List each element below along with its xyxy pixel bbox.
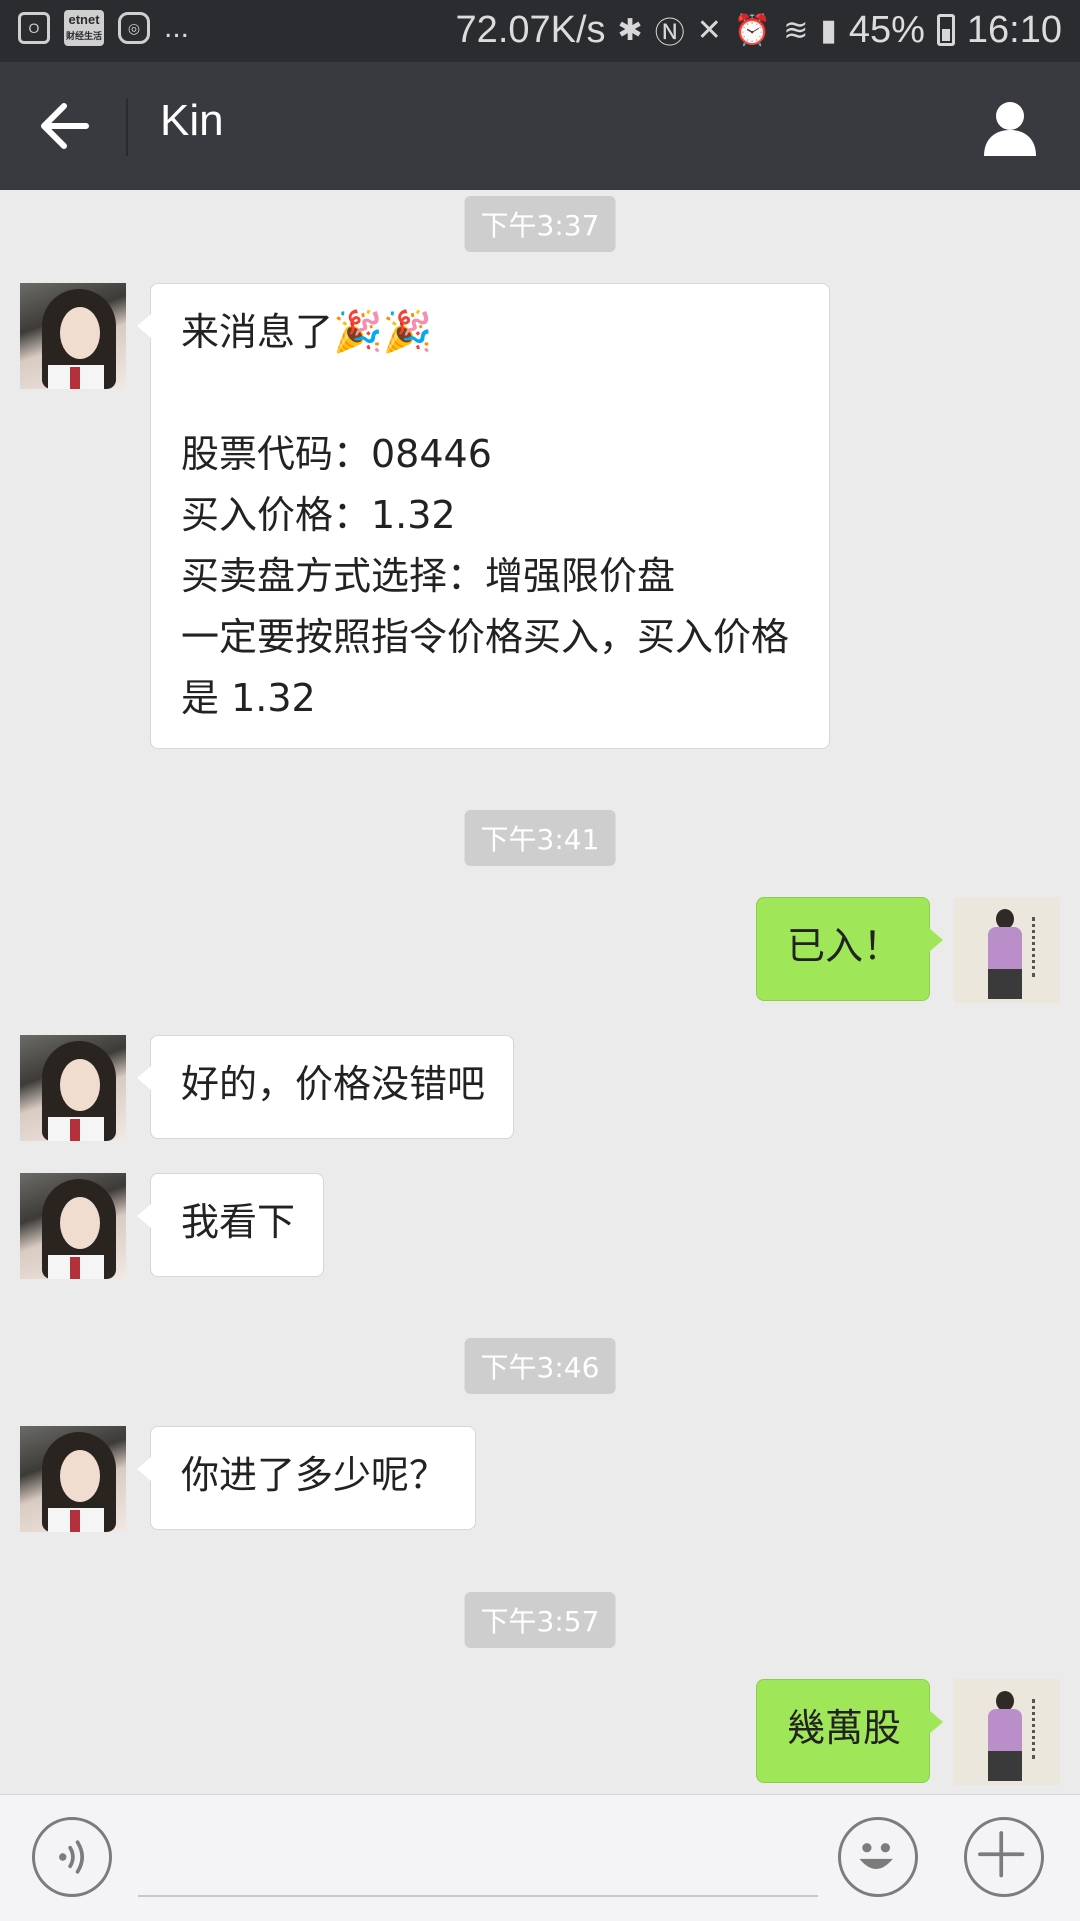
clock: 16:10 <box>966 8 1062 51</box>
title-divider <box>126 98 128 156</box>
emoji-button[interactable] <box>838 1817 918 1897</box>
etnet-icon: etnet 财经生活 <box>64 10 104 46</box>
incoming-message-bubble[interactable]: 来消息了🎉🎉 股票代码：08446 买入价格：1.32 买卖盘方式选择：增强限价… <box>137 283 830 749</box>
mute-icon: ✕ <box>696 13 722 47</box>
network-speed: 72.07K/s <box>455 8 606 51</box>
contact-avatar[interactable] <box>20 283 126 389</box>
message-line: 一定要按照指令价格买入，买入价格 <box>181 615 790 659</box>
input-bar <box>0 1794 1080 1921</box>
message-text: 你进了多少呢？ <box>181 1453 448 1497</box>
status-bar: O etnet 财经生活 ◎ ... 72.07K/s ✱ Ⓝ ✕ ⏰ ≋ ▮ … <box>0 0 1080 62</box>
instagram-icon: ◎ <box>118 12 150 44</box>
incoming-message-bubble[interactable]: 我看下 <box>136 1173 325 1277</box>
voice-input-button[interactable] <box>32 1817 112 1897</box>
message-input[interactable] <box>138 1895 818 1897</box>
message-line: 是 1.32 <box>181 676 316 720</box>
smiley-icon <box>859 1843 893 1870</box>
my-avatar[interactable] <box>954 1679 1060 1785</box>
chat-title: Kin <box>160 96 224 145</box>
timestamp: 下午3:37 <box>464 196 616 252</box>
timestamp: 下午3:57 <box>464 1592 616 1648</box>
timestamp: 下午3:46 <box>464 1338 616 1394</box>
battery-icon <box>936 14 955 46</box>
nfc-icon: Ⓝ <box>654 17 685 50</box>
status-right: 72.07K/s ✱ Ⓝ ✕ ⏰ ≋ ▮ 45% 16:10 <box>456 8 1062 52</box>
status-left-icons: O etnet 财经生活 ◎ ... <box>18 10 189 46</box>
outlook-icon: O <box>18 12 50 44</box>
alarm-icon: ⏰ <box>733 13 772 47</box>
signal-icon: ▮ <box>820 13 837 47</box>
incoming-message-bubble[interactable]: 好的，价格没错吧 <box>136 1035 515 1139</box>
plus-icon <box>978 1831 1025 1878</box>
voice-icon <box>59 1840 85 1874</box>
outgoing-message-bubble[interactable]: 已入！ <box>755 897 944 1001</box>
my-avatar[interactable] <box>954 897 1060 1003</box>
notification-overflow: ... <box>164 11 190 44</box>
message-line: 买入价格：1.32 <box>181 493 456 537</box>
party-popper-emoji: 🎉🎉 <box>333 309 433 355</box>
message-line: 来消息了🎉🎉 <box>181 309 433 355</box>
contact-avatar[interactable] <box>20 1173 126 1279</box>
incoming-message-bubble[interactable]: 你进了多少呢？ <box>136 1426 477 1530</box>
battery-percent: 45% <box>848 8 925 51</box>
etnet-label: etnet <box>68 12 100 27</box>
contact-avatar[interactable] <box>20 1426 126 1532</box>
message-text: 好的，价格没错吧 <box>181 1062 486 1106</box>
message-text: 我看下 <box>181 1200 296 1244</box>
bluetooth-icon: ✱ <box>617 13 643 47</box>
contact-avatar[interactable] <box>20 1035 126 1141</box>
title-bar: Kin <box>0 62 1080 190</box>
back-arrow-icon[interactable] <box>30 92 98 160</box>
message-text: 已入！ <box>786 924 901 968</box>
message-line: 股票代码：08446 <box>181 432 492 476</box>
timestamp: 下午3:41 <box>464 810 616 866</box>
etnet-sub: 财经生活 <box>65 31 102 41</box>
profile-icon[interactable] <box>980 98 1040 158</box>
chat-messages[interactable]: 下午3:37 来消息了🎉🎉 股票代码：08446 买入价格：1.32 买卖盘方式… <box>0 190 1080 1794</box>
more-button[interactable] <box>964 1817 1044 1897</box>
wifi-icon: ≋ <box>783 13 809 47</box>
outgoing-message-bubble[interactable]: 幾萬股 <box>755 1679 944 1783</box>
message-line: 买卖盘方式选择：增强限价盘 <box>181 554 676 598</box>
message-text: 幾萬股 <box>786 1706 901 1750</box>
